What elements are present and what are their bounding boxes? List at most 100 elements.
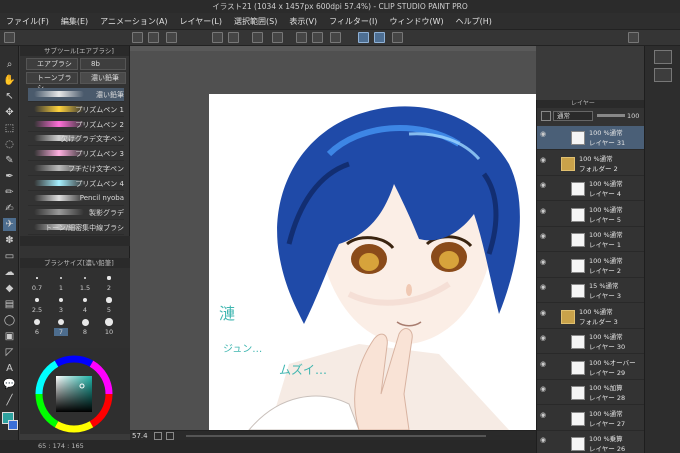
brush-size-value[interactable]: 2.5 — [30, 306, 44, 314]
brush-size-value[interactable]: 1 — [54, 284, 68, 292]
menu-item-8[interactable]: ヘルプ(H) — [450, 13, 498, 30]
layer-property-icon[interactable] — [541, 111, 551, 121]
deselect-icon[interactable] — [296, 32, 307, 43]
brush-size-dot[interactable] — [107, 276, 111, 280]
layer-row[interactable]: ◉ 100 %加算 レイヤー 28 — [537, 381, 645, 405]
brush-item[interactable]: プリズムペン 4 — [28, 177, 124, 191]
subtool-tab-airbrush[interactable]: エアブラシ — [26, 58, 78, 70]
brush-size-value[interactable]: 7 — [54, 328, 68, 336]
airbrush-tool-icon[interactable]: ✈ — [3, 218, 16, 231]
brush-size-value[interactable]: 0.7 — [30, 284, 44, 292]
zoom-in-icon[interactable] — [166, 432, 174, 440]
brush-size-value[interactable]: 5 — [102, 306, 116, 314]
eye-icon[interactable]: ◉ — [540, 411, 548, 419]
brush-item[interactable]: プリズムペン 3 — [28, 147, 124, 162]
clip-studio-icon[interactable] — [628, 32, 639, 43]
decoration-tool-icon[interactable]: ✽ — [3, 234, 16, 247]
brush-size-dot[interactable] — [82, 297, 88, 303]
dock-layers-icon[interactable] — [654, 50, 672, 64]
brush-size-dot[interactable] — [58, 297, 64, 303]
layer-row[interactable]: ◉ 100 %乗算 レイヤー 26 — [537, 432, 645, 453]
balloon-tool-icon[interactable]: 💬 — [3, 378, 16, 391]
brush-size-dot[interactable] — [57, 318, 65, 326]
layer-row[interactable]: ◉ 100 %通常 レイヤー 30 — [537, 330, 645, 354]
menu-item-5[interactable]: 表示(V) — [283, 13, 323, 30]
brush-item[interactable]: プリズムペン 1 — [28, 103, 124, 117]
eyedropper-tool-icon[interactable]: ✎ — [3, 154, 16, 167]
brush-item[interactable]: フチだけ文字ペン — [28, 162, 124, 176]
sub-color-swatch[interactable] — [8, 420, 18, 430]
undo-icon[interactable] — [212, 32, 223, 43]
brush-size-dot[interactable] — [34, 319, 40, 325]
brush-size-value[interactable]: 2 — [102, 284, 116, 292]
operation-tool-icon[interactable]: ↖ — [3, 90, 16, 103]
layer-row[interactable]: ◉ 100 %オーバー レイヤー 29 — [537, 356, 645, 380]
opacity-value[interactable]: 100 — [627, 111, 639, 121]
open-folder-icon[interactable] — [148, 32, 159, 43]
move-layer-tool-icon[interactable]: ✥ — [3, 106, 16, 119]
brush-size-dot[interactable] — [105, 318, 113, 326]
brush-size-dot[interactable] — [35, 298, 39, 302]
new-file-icon[interactable] — [132, 32, 143, 43]
frame-border-tool-icon[interactable]: ▣ — [3, 330, 16, 343]
selection-tool-icon[interactable]: ⬚ — [3, 122, 16, 135]
eye-icon[interactable]: ◉ — [540, 181, 548, 189]
eye-icon[interactable]: ◉ — [540, 130, 548, 138]
subtool-tab-tone-brush[interactable]: トーンブラシ — [26, 72, 78, 92]
crop-icon[interactable] — [330, 32, 341, 43]
brush-tool-icon[interactable]: ✍ — [3, 202, 16, 215]
eraser-tool-icon[interactable]: ▭ — [3, 250, 16, 263]
layer-row[interactable]: ◉ 15 %通常 レイヤー 3 — [537, 279, 645, 303]
layer-folder-row[interactable]: ◉ 100 %通常 フォルダー 3 — [537, 305, 645, 329]
layer-row[interactable]: ◉ 100 %通常 レイヤー 4 — [537, 177, 645, 201]
color-wheel[interactable] — [34, 354, 114, 434]
brush-size-dot[interactable] — [81, 318, 89, 326]
text-tool-icon[interactable]: A — [3, 362, 16, 375]
menu-item-1[interactable]: 編集(E) — [55, 13, 94, 30]
zoom-slider[interactable] — [186, 435, 486, 437]
layer-row[interactable]: ◉ 100 %通常 レイヤー 2 — [537, 254, 645, 278]
layer-row[interactable]: ◉ 100 %通常 レイヤー 5 — [537, 203, 645, 227]
layer-row[interactable]: ◉ 100 %通常 レイヤー 31 — [537, 126, 645, 150]
brush-size-value[interactable]: 1.5 — [78, 284, 92, 292]
app-logo-icon[interactable] — [4, 32, 15, 43]
canvas-area[interactable]: 漣 ジュン… ムズイ… — [130, 46, 536, 430]
layer-row[interactable]: ◉ 100 %通常 レイヤー 27 — [537, 407, 645, 431]
menu-item-7[interactable]: ウィンドウ(W) — [384, 13, 450, 30]
brush-item[interactable]: 欠けグラデ文字ペン — [28, 132, 124, 147]
fill-tool-icon[interactable]: ◆ — [3, 282, 16, 295]
brush-size-dot[interactable] — [36, 277, 38, 279]
gradient-tool-icon[interactable]: ▤ — [3, 298, 16, 311]
dock-navigator-icon[interactable] — [654, 68, 672, 82]
redo-icon[interactable] — [228, 32, 239, 43]
brush-item[interactable]: プリズムペン 2 — [28, 118, 124, 132]
zoom-out-icon[interactable] — [154, 432, 162, 440]
pen-tool-icon[interactable]: ✒ — [3, 170, 16, 183]
eye-icon[interactable]: ◉ — [540, 258, 548, 266]
eye-icon[interactable]: ◉ — [540, 207, 548, 215]
subtool-tab-8b[interactable]: 8b — [80, 58, 126, 70]
brush-size-value[interactable]: 8 — [78, 328, 92, 336]
eye-icon[interactable]: ◉ — [540, 334, 548, 342]
ruler-tool-icon[interactable]: ◸ — [3, 346, 16, 359]
figure-tool-icon[interactable]: ◯ — [3, 314, 16, 327]
eye-icon[interactable]: ◉ — [540, 156, 548, 164]
zoom-tool-icon[interactable]: ⌕ — [3, 58, 16, 71]
correct-line-tool-icon[interactable]: ╱ — [3, 394, 16, 407]
brush-size-value[interactable]: 10 — [102, 328, 116, 336]
menu-item-0[interactable]: ファイル(F) — [0, 13, 55, 30]
layer-row[interactable]: ◉ 100 %通常 レイヤー 1 — [537, 228, 645, 252]
layer-folder-row[interactable]: ◉ 100 %通常 フォルダー 2 — [537, 152, 645, 176]
blend-tool-icon[interactable]: ☁ — [3, 266, 16, 279]
hand-tool-icon[interactable]: ✋ — [3, 74, 16, 87]
brush-item[interactable]: 製影グラデ — [28, 206, 124, 221]
subtool-tab-dark-pencil[interactable]: 濃い鉛筆 — [80, 72, 126, 84]
eye-icon[interactable]: ◉ — [540, 309, 548, 317]
menu-item-4[interactable]: 選択範囲(S) — [228, 13, 283, 30]
snap-grid-icon[interactable] — [392, 32, 403, 43]
blend-mode-select[interactable]: 通常 — [553, 111, 593, 121]
menu-item-6[interactable]: フィルター(I) — [323, 13, 383, 30]
transform-icon[interactable] — [272, 32, 283, 43]
artwork-canvas[interactable]: 漣 ジュン… ムズイ… — [209, 94, 536, 430]
invert-selection-icon[interactable] — [312, 32, 323, 43]
